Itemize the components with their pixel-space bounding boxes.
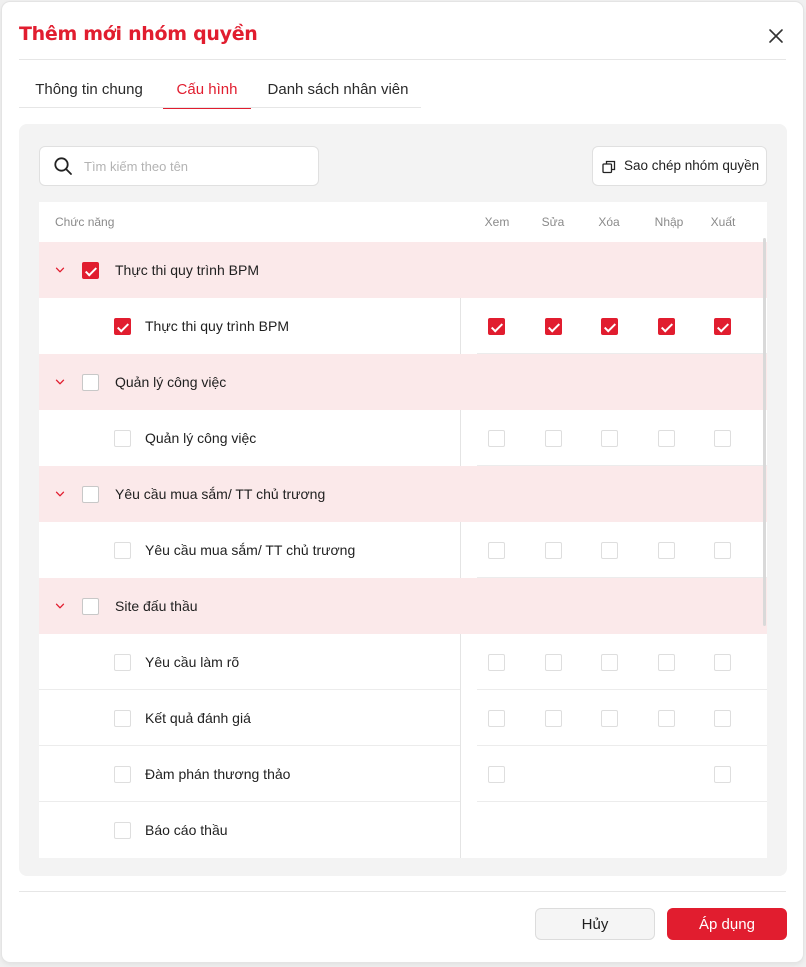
- perm-checkbox-delete[interactable]: [601, 542, 618, 559]
- perm-checkbox-export[interactable]: [714, 766, 731, 783]
- item-row: Yêu cầu mua sắm/ TT chủ trương: [39, 522, 767, 578]
- column-divider: [460, 634, 461, 690]
- perm-checkbox-edit[interactable]: [545, 654, 562, 671]
- perm-checkbox-import[interactable]: [658, 430, 675, 447]
- apply-button[interactable]: Áp dụng: [667, 908, 787, 940]
- copy-icon: [602, 160, 616, 174]
- perm-checkbox-import[interactable]: [658, 318, 675, 335]
- item-label: Báo cáo thầu: [145, 822, 228, 838]
- perm-checkbox-import[interactable]: [658, 654, 675, 671]
- perm-checkbox-view[interactable]: [488, 542, 505, 559]
- perm-checkbox-export[interactable]: [714, 318, 731, 335]
- configuration-panel: Sao chép nhóm quyền Chức năng Xem Sửa Xó…: [19, 124, 787, 876]
- cancel-button[interactable]: Hủy: [535, 908, 655, 940]
- search-icon: [54, 157, 72, 175]
- group-checkbox[interactable]: [82, 262, 99, 279]
- group-row: Thực thi quy trình BPM: [39, 242, 767, 298]
- header-view: Xem: [484, 215, 510, 229]
- item-checkbox[interactable]: [114, 654, 131, 671]
- perm-checkbox-import[interactable]: [658, 710, 675, 727]
- table-scrollbar[interactable]: [763, 238, 766, 626]
- add-permission-group-modal: Thêm mới nhóm quyền Thông tin chung Cấu …: [2, 2, 803, 962]
- perm-checkbox-view[interactable]: [488, 318, 505, 335]
- group-label: Thực thi quy trình BPM: [115, 262, 259, 278]
- perm-checkbox-delete[interactable]: [601, 318, 618, 335]
- chevron-down-icon[interactable]: [54, 376, 66, 388]
- group-row: Site đấu thầu: [39, 578, 767, 634]
- header-divider: [19, 59, 786, 60]
- item-row: Yêu cầu làm rõ: [39, 634, 767, 690]
- tab-bar: Thông tin chung Cấu hình Danh sách nhân …: [19, 72, 421, 109]
- perm-checkbox-view[interactable]: [488, 430, 505, 447]
- column-divider: [460, 410, 461, 466]
- item-row: Thực thi quy trình BPM: [39, 298, 767, 354]
- chevron-down-icon[interactable]: [54, 600, 66, 612]
- copy-permission-group-button[interactable]: Sao chép nhóm quyền: [592, 146, 767, 186]
- perm-checkbox-export[interactable]: [714, 654, 731, 671]
- item-label: Kết quả đánh giá: [145, 710, 251, 726]
- perm-checkbox-import[interactable]: [658, 542, 675, 559]
- group-checkbox[interactable]: [82, 374, 99, 391]
- header-delete: Xóa: [598, 215, 620, 229]
- item-label: Yêu cầu làm rõ: [145, 654, 240, 670]
- chevron-down-icon[interactable]: [54, 264, 66, 276]
- perm-checkbox-view[interactable]: [488, 766, 505, 783]
- header-import: Nhập: [654, 215, 684, 229]
- footer-divider: [19, 891, 786, 892]
- perm-checkbox-delete[interactable]: [601, 710, 618, 727]
- item-checkbox[interactable]: [114, 318, 131, 335]
- column-divider: [460, 690, 461, 746]
- table-header: Chức năng Xem Sửa Xóa Nhập Xuất: [39, 202, 767, 242]
- item-label: Đàm phán thương thảo: [145, 766, 291, 782]
- tab-configuration[interactable]: Cấu hình: [163, 72, 251, 109]
- group-row: Yêu cầu mua sắm/ TT chủ trương: [39, 466, 767, 522]
- perm-checkbox-view[interactable]: [488, 710, 505, 727]
- modal-title: Thêm mới nhóm quyền: [19, 23, 258, 45]
- item-label: Quản lý công việc: [145, 430, 257, 446]
- perm-checkbox-delete[interactable]: [601, 654, 618, 671]
- group-label: Site đấu thầu: [115, 598, 198, 614]
- tab-employee-list[interactable]: Danh sách nhân viên: [259, 72, 417, 108]
- perm-checkbox-export[interactable]: [714, 430, 731, 447]
- perm-checkbox-edit[interactable]: [545, 430, 562, 447]
- perm-checkbox-view[interactable]: [488, 654, 505, 671]
- group-checkbox[interactable]: [82, 486, 99, 503]
- item-label: Yêu cầu mua sắm/ TT chủ trương: [145, 542, 356, 558]
- item-checkbox[interactable]: [114, 822, 131, 839]
- header-export: Xuất: [710, 215, 736, 229]
- column-divider: [460, 746, 461, 802]
- perm-checkbox-delete[interactable]: [601, 430, 618, 447]
- group-label: Yêu cầu mua sắm/ TT chủ trương: [115, 486, 326, 502]
- perm-checkbox-edit[interactable]: [545, 318, 562, 335]
- copy-button-label: Sao chép nhóm quyền: [624, 158, 760, 173]
- header-edit: Sửa: [541, 215, 565, 229]
- column-divider: [460, 802, 461, 858]
- group-checkbox[interactable]: [82, 598, 99, 615]
- chevron-down-icon[interactable]: [54, 488, 66, 500]
- item-label: Thực thi quy trình BPM: [145, 318, 289, 334]
- item-row: Đàm phán thương thảo: [39, 746, 767, 802]
- perm-checkbox-edit[interactable]: [545, 542, 562, 559]
- search-box: [39, 146, 319, 186]
- header-function: Chức năng: [55, 215, 115, 229]
- permission-table: Chức năng Xem Sửa Xóa Nhập Xuất Thực thi…: [39, 202, 767, 858]
- group-row: Quản lý công việc: [39, 354, 767, 410]
- item-checkbox[interactable]: [114, 542, 131, 559]
- column-divider: [460, 522, 461, 578]
- item-row: Báo cáo thầu: [39, 802, 767, 858]
- perm-checkbox-export[interactable]: [714, 710, 731, 727]
- perm-checkbox-export[interactable]: [714, 542, 731, 559]
- search-input[interactable]: [84, 147, 314, 185]
- close-icon[interactable]: [766, 26, 786, 46]
- item-checkbox[interactable]: [114, 766, 131, 783]
- column-divider: [460, 298, 461, 354]
- perm-checkbox-edit[interactable]: [545, 710, 562, 727]
- tab-general-info[interactable]: Thông tin chung: [19, 72, 159, 108]
- item-row: Quản lý công việc: [39, 410, 767, 466]
- item-checkbox[interactable]: [114, 430, 131, 447]
- group-label: Quản lý công việc: [115, 374, 227, 390]
- item-checkbox[interactable]: [114, 710, 131, 727]
- item-row: Kết quả đánh giá: [39, 690, 767, 746]
